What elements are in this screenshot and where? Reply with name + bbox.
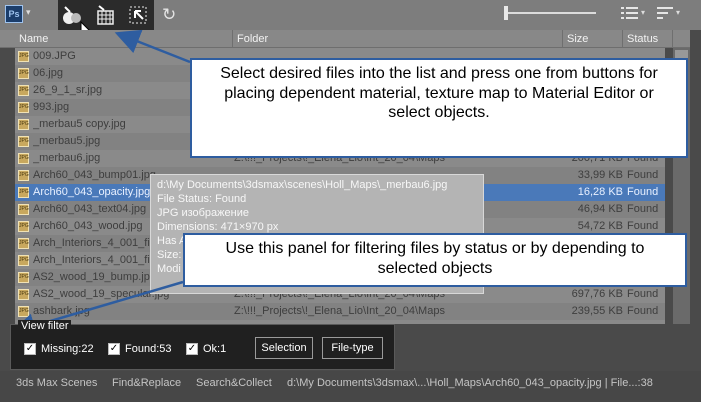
tab-3dsmax-scenes[interactable]: 3ds Max Scenes bbox=[16, 376, 97, 390]
ok-checkbox[interactable]: ✓ bbox=[186, 343, 198, 355]
tab-search-collect[interactable]: Search&Collect bbox=[196, 376, 272, 390]
found-checkbox[interactable]: ✓ bbox=[108, 343, 120, 355]
missing-label: Missing:22 bbox=[41, 343, 94, 355]
selection-button[interactable]: Selection bbox=[255, 337, 313, 359]
found-label: Found:53 bbox=[125, 343, 172, 355]
ok-label: Ok:1 bbox=[203, 343, 227, 355]
view-filter-legend: View filter bbox=[18, 320, 72, 332]
arrow-to-buttons bbox=[114, 29, 191, 64]
tab-find-replace[interactable]: Find&Replace bbox=[112, 376, 181, 390]
filetype-button[interactable]: File-type bbox=[322, 337, 383, 359]
status-path: d:\My Documents\3dsmax\...\Holl_Maps\Arc… bbox=[287, 377, 653, 389]
missing-checkbox[interactable]: ✓ bbox=[24, 343, 36, 355]
